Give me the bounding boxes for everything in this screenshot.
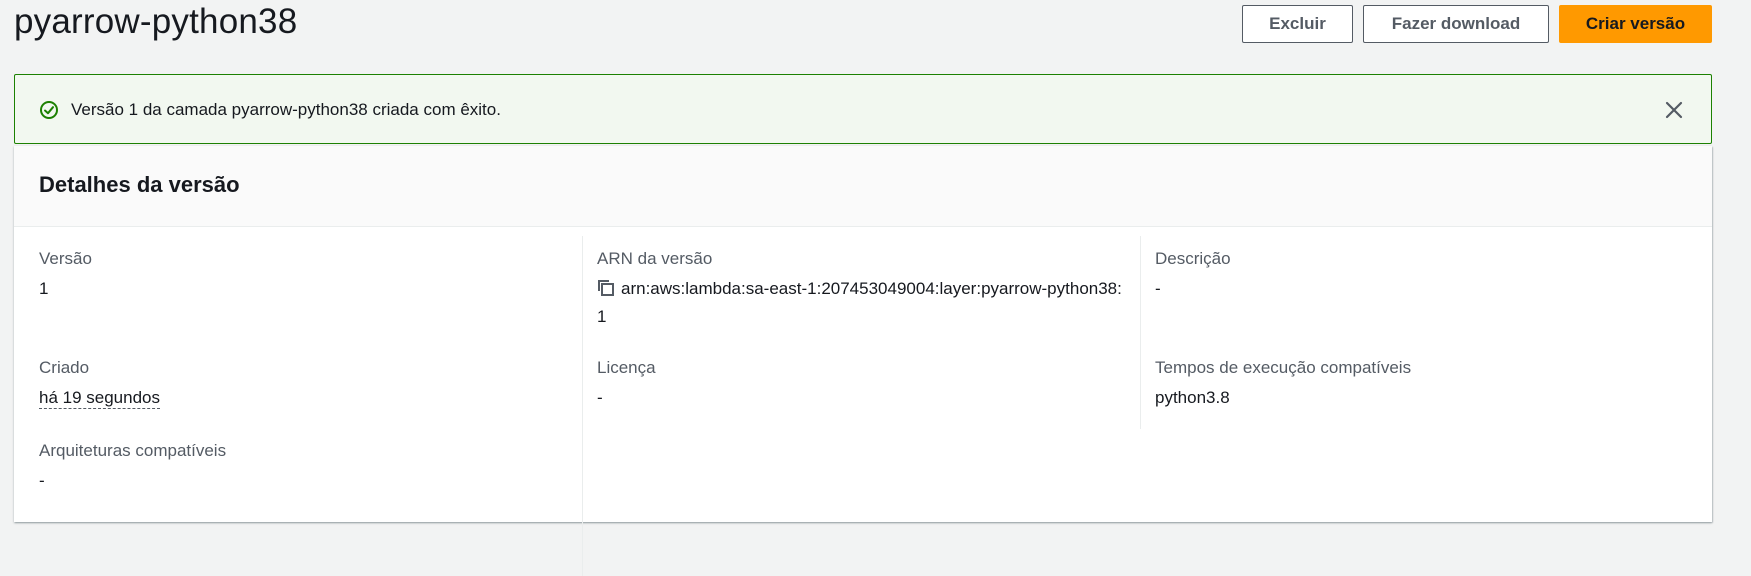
- field-label: Tempos de execução compatíveis: [1155, 358, 1412, 377]
- field-label: Descrição: [1155, 249, 1231, 268]
- field-architectures: Arquiteturas compatíveis -: [39, 440, 226, 495]
- column-divider: [582, 236, 583, 576]
- download-button[interactable]: Fazer download: [1363, 5, 1549, 43]
- field-description: Descrição -: [1155, 248, 1231, 303]
- flash-message: Versão 1 da camada pyarrow-python38 cria…: [71, 100, 501, 119]
- page-title: pyarrow-python38: [14, 2, 298, 41]
- panel-title: Detalhes da versão: [39, 172, 240, 197]
- header-actions: Excluir Fazer download Criar versão: [1242, 5, 1712, 43]
- created-time-tooltip-trigger[interactable]: há 19 segundos: [39, 388, 160, 409]
- field-label: ARN da versão: [597, 249, 713, 268]
- field-created: Criado há 19 segundos: [39, 357, 160, 412]
- field-value: há 19 segundos: [39, 384, 160, 412]
- delete-button[interactable]: Excluir: [1242, 5, 1353, 43]
- column-divider: [1140, 236, 1141, 429]
- panel-header: Detalhes da versão: [14, 146, 1712, 227]
- field-runtimes: Tempos de execução compatíveis python3.8: [1155, 357, 1411, 412]
- field-value: arn:aws:lambda:sa-east-1:207453049004:la…: [597, 275, 1127, 331]
- field-arn: ARN da versão arn:aws:lambda:sa-east-1:2…: [597, 248, 1127, 331]
- details-columns: Versão 1 Criado há 19 segundos Arquitetu…: [14, 226, 1712, 576]
- close-icon[interactable]: [1663, 99, 1685, 121]
- page-header: pyarrow-python38 Excluir Fazer download …: [14, 0, 1751, 60]
- field-label: Arquiteturas compatíveis: [39, 441, 227, 460]
- field-value: -: [1155, 279, 1161, 298]
- field-version: Versão 1: [39, 248, 92, 303]
- field-label: Versão: [39, 249, 92, 268]
- success-flash-banner: Versão 1 da camada pyarrow-python38 cria…: [14, 74, 1712, 144]
- success-check-icon: [40, 101, 58, 119]
- arn-text: arn:aws:lambda:sa-east-1:207453049004:la…: [597, 279, 1122, 326]
- version-details-panel: Detalhes da versão Versão 1 Criado há 19…: [14, 146, 1712, 576]
- field-license: Licença -: [597, 357, 656, 412]
- field-label: Licença: [597, 358, 656, 377]
- field-value: python3.8: [1155, 388, 1230, 407]
- field-value: 1: [39, 279, 49, 298]
- field-label: Criado: [39, 358, 90, 377]
- copy-icon[interactable]: [597, 279, 615, 297]
- field-value: -: [39, 471, 45, 490]
- create-version-button[interactable]: Criar versão: [1559, 5, 1712, 43]
- field-value: -: [597, 388, 603, 407]
